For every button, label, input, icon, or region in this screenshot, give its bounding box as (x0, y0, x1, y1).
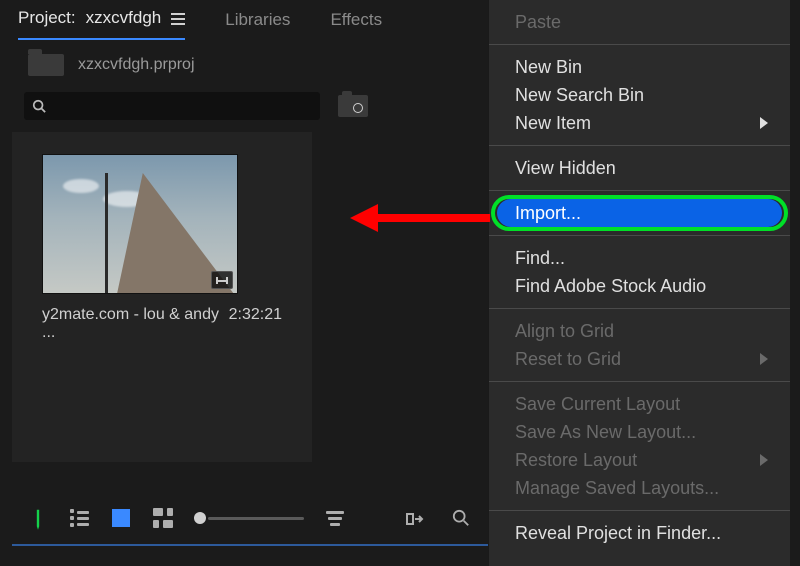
annotation-arrow (350, 198, 494, 238)
context-menu: Paste New Bin New Search Bin New Item Vi… (488, 0, 790, 566)
new-bin-button[interactable] (338, 95, 368, 117)
project-file-name: xzxcvfdgh.prproj (78, 56, 195, 74)
submenu-arrow-icon (760, 353, 768, 365)
menu-reset-grid: Reset to Grid (489, 345, 790, 373)
menu-view-hidden[interactable]: View Hidden (489, 154, 790, 182)
search-input[interactable] (46, 98, 312, 114)
clip-thumbnail[interactable] (42, 154, 238, 294)
menu-align-grid: Align to Grid (489, 317, 790, 345)
submenu-arrow-icon (760, 454, 768, 466)
menu-save-as-layout: Save As New Layout... (489, 418, 790, 446)
clip-duration: 2:32:21 (229, 306, 282, 342)
list-view-button[interactable] (68, 507, 90, 529)
clip-item[interactable]: y2mate.com - lou & andy ... 2:32:21 (38, 154, 286, 342)
clip-name: y2mate.com - lou & andy ... (42, 306, 229, 342)
search-icon (32, 99, 46, 113)
annotation-highlight: Import... (489, 199, 790, 227)
search-box[interactable] (24, 92, 320, 120)
pen-tool-icon[interactable] (24, 504, 52, 532)
menu-import[interactable]: Import... (497, 199, 782, 227)
clip-label-row: y2mate.com - lou & andy ... 2:32:21 (38, 294, 286, 342)
menu-new-search-bin[interactable]: New Search Bin (489, 81, 790, 109)
automate-button[interactable] (404, 507, 426, 529)
sort-button[interactable] (324, 507, 346, 529)
icon-view-button[interactable] (110, 507, 132, 529)
toolbar-divider (12, 544, 488, 546)
menu-manage-layouts: Manage Saved Layouts... (489, 474, 790, 502)
menu-restore-layout: Restore Layout (489, 446, 790, 474)
freeform-view-button[interactable] (152, 507, 174, 529)
menu-find-stock[interactable]: Find Adobe Stock Audio (489, 272, 790, 300)
tab-libraries[interactable]: Libraries (225, 0, 290, 40)
project-toolbar (12, 498, 488, 538)
menu-new-bin[interactable]: New Bin (489, 53, 790, 81)
clip-type-badge-icon (211, 271, 233, 289)
menu-reveal-finder[interactable]: Reveal Project in Finder... (489, 519, 790, 547)
menu-paste: Paste (489, 8, 790, 36)
thumbnail-size-slider[interactable] (194, 508, 304, 528)
menu-new-item[interactable]: New Item (489, 109, 790, 137)
tab-project-name: xzxcvfdgh (86, 8, 162, 28)
menu-find[interactable]: Find... (489, 244, 790, 272)
folder-icon (28, 54, 64, 76)
submenu-arrow-icon (760, 117, 768, 129)
tab-project-prefix: Project: (18, 8, 76, 28)
menu-save-layout: Save Current Layout (489, 390, 790, 418)
tab-project[interactable]: Project: xzxcvfdgh (18, 0, 185, 40)
tab-effects[interactable]: Effects (330, 0, 382, 40)
panel-menu-icon[interactable] (171, 11, 185, 25)
find-button[interactable] (450, 507, 472, 529)
project-bin-panel[interactable]: y2mate.com - lou & andy ... 2:32:21 (12, 132, 312, 462)
